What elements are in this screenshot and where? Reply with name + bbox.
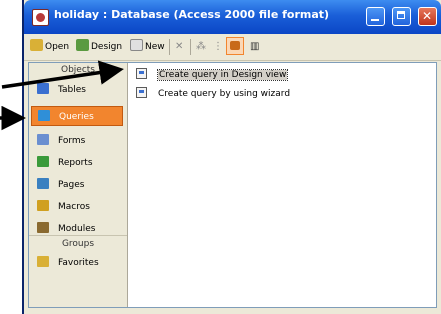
- close-button[interactable]: [418, 7, 437, 26]
- open-label: Open: [45, 42, 70, 52]
- groups-header: Groups: [29, 235, 127, 249]
- design-ruler-icon: [76, 39, 89, 51]
- page-icon: [37, 178, 49, 189]
- wizard-query-icon: [136, 87, 147, 98]
- form-icon: [37, 134, 49, 145]
- favorites-folder-icon: [37, 256, 49, 267]
- objects-item-macros[interactable]: Macros: [31, 197, 123, 217]
- list-view-icon: [230, 41, 240, 50]
- open-button[interactable]: Open: [30, 39, 69, 55]
- objects-item-label: Modules: [58, 224, 96, 234]
- design-button[interactable]: Design: [76, 39, 122, 55]
- window-controls: [364, 7, 437, 27]
- large-icons-icon[interactable]: ⁂: [196, 39, 206, 55]
- table-icon: [37, 83, 49, 94]
- objects-item-tables[interactable]: Tables: [31, 80, 123, 100]
- new-query-icon: [136, 68, 147, 79]
- minimize-button[interactable]: [365, 7, 385, 26]
- objects-item-label: Queries: [59, 112, 94, 122]
- database-toolbar: Open Design New ✕ ⁂ ⋮ ▥: [24, 34, 441, 61]
- objects-item-queries[interactable]: Queries: [31, 106, 123, 126]
- objects-item-reports[interactable]: Reports: [31, 153, 123, 173]
- report-icon: [37, 156, 49, 167]
- query-icon: [38, 110, 50, 121]
- objects-item-label: Tables: [58, 85, 86, 95]
- delete-icon[interactable]: ✕: [175, 39, 183, 55]
- list-item-design-view[interactable]: Create query in Design view: [131, 66, 436, 85]
- open-folder-icon: [30, 39, 43, 51]
- window-title: holiday : Database (Access 2000 file for…: [54, 8, 330, 21]
- objects-item-label: Macros: [58, 202, 90, 212]
- design-label: Design: [91, 42, 123, 52]
- toolbar-separator: [169, 39, 170, 55]
- list-view-button[interactable]: [226, 37, 244, 55]
- database-window: holiday : Database (Access 2000 file for…: [22, 0, 441, 314]
- toolbar-separator: [190, 39, 191, 55]
- groups-item-label: Favorites: [58, 258, 99, 268]
- title-bar[interactable]: holiday : Database (Access 2000 file for…: [24, 0, 441, 34]
- database-body: Objects Tables Queries Forms Reports Pag…: [28, 62, 437, 308]
- objects-item-forms[interactable]: Forms: [31, 131, 123, 151]
- objects-header: Objects: [60, 65, 95, 75]
- new-document-icon: [130, 39, 143, 51]
- objects-item-label: Pages: [58, 180, 85, 190]
- objects-item-label: Reports: [58, 158, 93, 168]
- macro-icon: [37, 200, 49, 211]
- objects-item-pages[interactable]: Pages: [31, 175, 123, 195]
- new-label: New: [145, 42, 165, 52]
- objects-bar: Objects Tables Queries Forms Reports Pag…: [29, 63, 128, 307]
- objects-item-label: Forms: [58, 136, 86, 146]
- list-item-wizard[interactable]: Create query by using wizard: [131, 85, 436, 104]
- list-item-label: Create query in Design view: [156, 69, 289, 81]
- details-view-icon[interactable]: ▥: [250, 39, 259, 55]
- module-icon: [37, 222, 49, 233]
- access-database-icon: [32, 9, 49, 26]
- maximize-button[interactable]: [391, 7, 411, 26]
- small-icons-icon[interactable]: ⋮: [213, 39, 223, 55]
- list-item-label: Create query by using wizard: [158, 89, 291, 99]
- query-list: Create query in Design view Create query…: [131, 66, 436, 104]
- new-button[interactable]: New: [130, 39, 165, 55]
- groups-item-favorites[interactable]: Favorites: [31, 253, 123, 273]
